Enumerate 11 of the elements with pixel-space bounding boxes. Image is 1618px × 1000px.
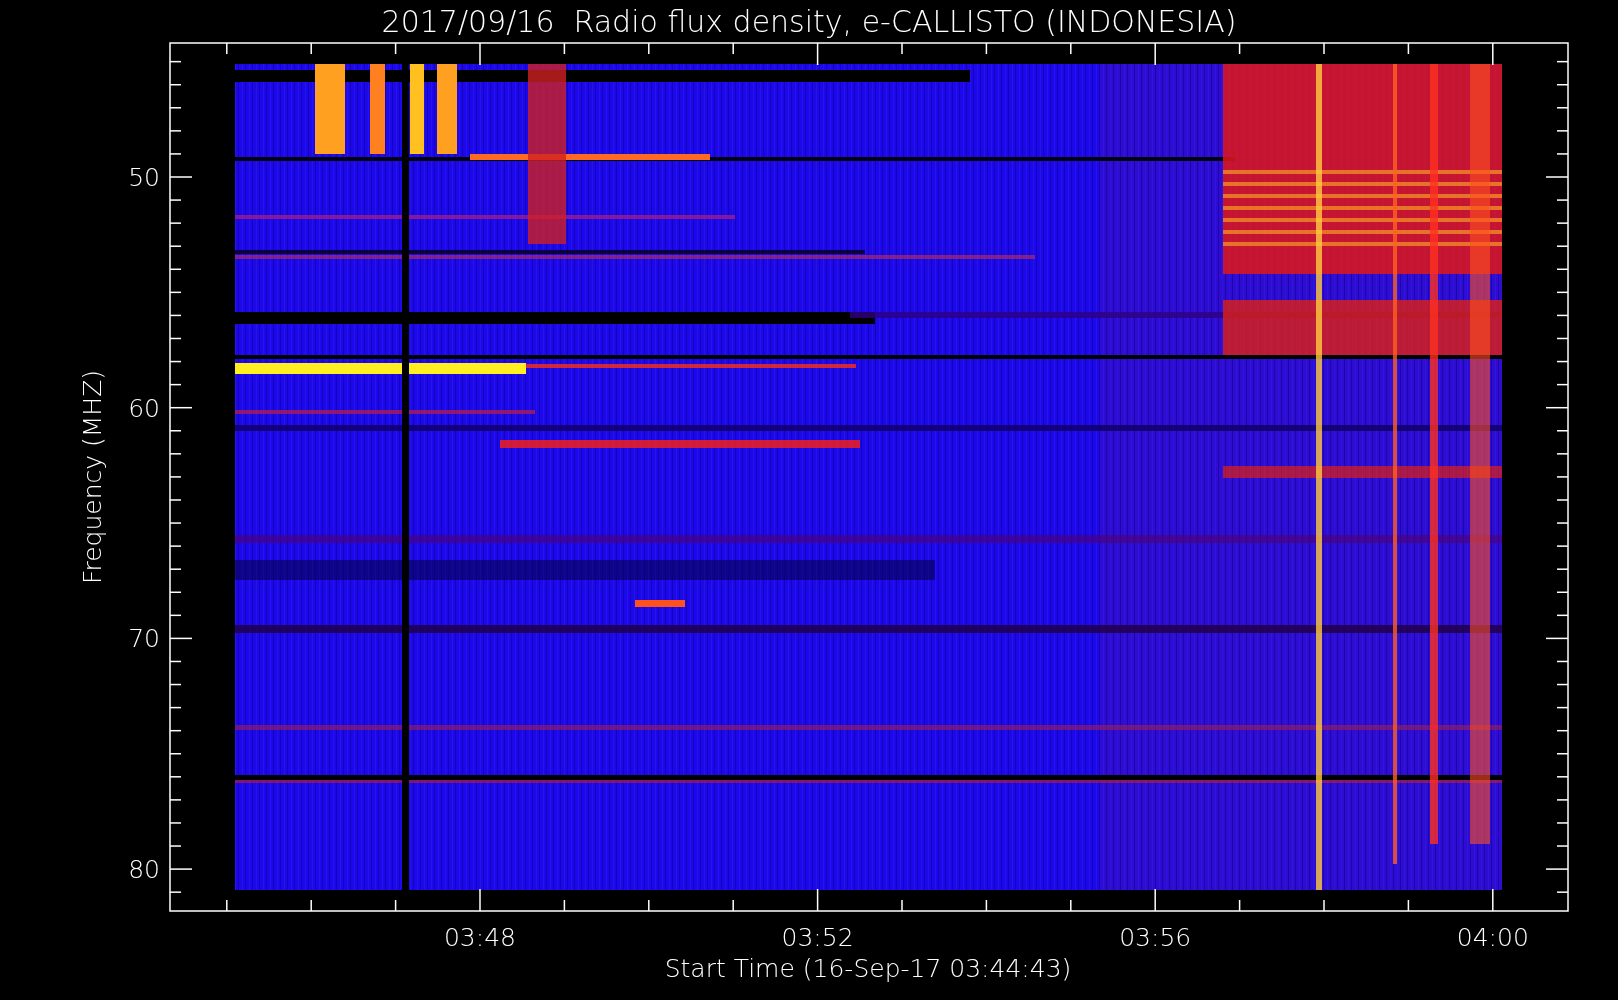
y-tick-label: 80 <box>128 855 160 885</box>
y-tick-label: 70 <box>128 624 160 654</box>
x-tick-label: 03:56 <box>1119 923 1192 952</box>
y-tick-label: 50 <box>128 163 160 192</box>
y-axis-label: Frequency (MHZ) <box>78 369 107 585</box>
x-tick-label: 04:00 <box>1456 923 1529 952</box>
x-tick-label: 03:48 <box>444 923 516 952</box>
x-axis-label: Start Time (16-Sep-17 03:44:43) <box>664 954 1072 983</box>
chart-title: 2017/09/16 Radio flux density, e-CALLISTO (INDONESIA) <box>381 4 1237 39</box>
y-tick-label: 60 <box>128 393 160 423</box>
x-tick-label: 03:52 <box>781 923 854 952</box>
